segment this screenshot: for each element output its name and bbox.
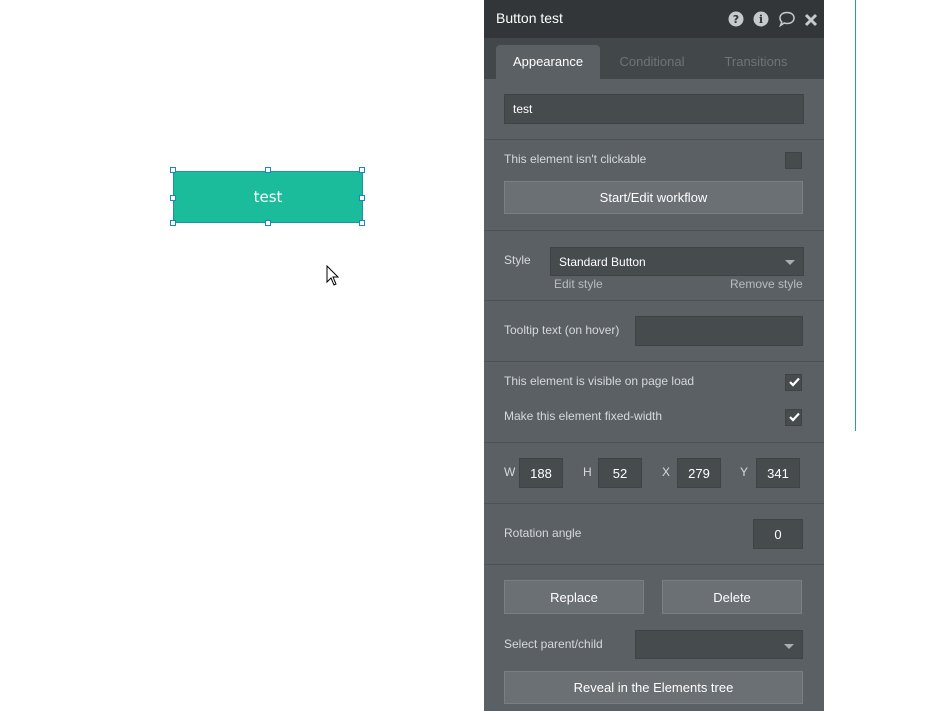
comment-icon[interactable] bbox=[778, 11, 796, 27]
fixed-width-label: Make this element fixed-width bbox=[504, 409, 663, 423]
checkmark-icon bbox=[789, 412, 800, 422]
resize-handle-top-right[interactable] bbox=[359, 167, 365, 173]
property-editor-panel: Button test ? i Appearance Conditional T… bbox=[484, 0, 824, 711]
svg-text:i: i bbox=[759, 13, 763, 26]
height-value: 52 bbox=[612, 465, 628, 481]
button-text-input[interactable]: test bbox=[504, 94, 804, 124]
panel-title: Button test bbox=[496, 10, 563, 26]
chevron-down-icon bbox=[784, 644, 794, 649]
divider bbox=[484, 139, 824, 140]
checkmark-icon bbox=[789, 377, 800, 387]
visible-on-load-checkbox[interactable] bbox=[785, 374, 802, 391]
height-label: H bbox=[583, 465, 592, 479]
rotation-angle-value: 0 bbox=[774, 526, 782, 542]
tab-appearance[interactable]: Appearance bbox=[496, 45, 600, 79]
page-boundary-line bbox=[855, 0, 856, 431]
resize-handle-bottom[interactable] bbox=[265, 220, 271, 226]
rotation-angle-label: Rotation angle bbox=[504, 526, 582, 540]
canvas-button-element[interactable]: test bbox=[173, 171, 363, 223]
delete-button[interactable]: Delete bbox=[662, 580, 802, 614]
resize-handle-top-left[interactable] bbox=[170, 167, 176, 173]
resize-handle-bottom-right[interactable] bbox=[359, 220, 365, 226]
not-clickable-label: This element isn't clickable bbox=[504, 152, 647, 166]
remove-style-link[interactable]: Remove style bbox=[730, 277, 803, 291]
height-input[interactable]: 52 bbox=[598, 458, 642, 488]
delete-button-label: Delete bbox=[713, 589, 751, 605]
divider bbox=[484, 300, 824, 301]
divider bbox=[484, 503, 824, 504]
not-clickable-checkbox[interactable] bbox=[785, 152, 802, 169]
parent-child-dropdown[interactable] bbox=[635, 630, 803, 659]
rotation-angle-input[interactable]: 0 bbox=[753, 519, 803, 549]
replace-button-label: Replace bbox=[550, 589, 598, 605]
divider bbox=[484, 361, 824, 362]
style-value: Standard Button bbox=[559, 255, 646, 269]
divider bbox=[484, 442, 824, 443]
y-label: Y bbox=[740, 465, 749, 479]
tooltip-input[interactable] bbox=[635, 316, 803, 346]
tab-conditional[interactable]: Conditional bbox=[602, 45, 702, 79]
edit-style-link[interactable]: Edit style bbox=[554, 277, 603, 291]
x-value: 279 bbox=[688, 465, 710, 481]
button-text-value: test bbox=[513, 102, 533, 116]
help-icon[interactable]: ? bbox=[728, 11, 744, 27]
resize-handle-top[interactable] bbox=[265, 167, 271, 173]
width-value: 188 bbox=[530, 465, 552, 481]
chevron-down-icon bbox=[785, 260, 795, 265]
parent-child-label: Select parent/child bbox=[504, 637, 603, 651]
reveal-elements-tree-button[interactable]: Reveal in the Elements tree bbox=[504, 671, 803, 704]
y-value: 341 bbox=[767, 465, 789, 481]
reveal-elements-tree-label: Reveal in the Elements tree bbox=[573, 680, 734, 695]
info-icon[interactable]: i bbox=[753, 11, 769, 27]
panel-tabs: Appearance Conditional Transitions bbox=[484, 38, 824, 79]
style-dropdown[interactable]: Standard Button bbox=[550, 247, 804, 276]
svg-text:?: ? bbox=[733, 13, 739, 26]
close-icon[interactable] bbox=[804, 12, 818, 28]
replace-button[interactable]: Replace bbox=[504, 580, 644, 614]
visible-on-load-label: This element is visible on page load bbox=[504, 374, 695, 388]
style-label: Style bbox=[504, 253, 531, 267]
mouse-cursor-icon bbox=[326, 265, 340, 286]
x-label: X bbox=[662, 465, 671, 479]
width-input[interactable]: 188 bbox=[519, 458, 563, 488]
y-input[interactable]: 341 bbox=[756, 458, 800, 488]
canvas-button-text: test bbox=[253, 188, 283, 206]
x-input[interactable]: 279 bbox=[677, 458, 721, 488]
width-label: W bbox=[504, 465, 516, 479]
panel-header: Button test ? i bbox=[484, 0, 824, 38]
resize-handle-bottom-left[interactable] bbox=[170, 220, 176, 226]
resize-handle-left[interactable] bbox=[170, 195, 176, 201]
resize-handle-right[interactable] bbox=[359, 195, 365, 201]
fixed-width-checkbox[interactable] bbox=[785, 409, 802, 426]
divider bbox=[484, 564, 824, 565]
start-edit-workflow-button[interactable]: Start/Edit workflow bbox=[504, 181, 803, 214]
tab-transitions[interactable]: Transitions bbox=[706, 45, 806, 79]
start-edit-workflow-label: Start/Edit workflow bbox=[599, 190, 708, 205]
tooltip-label: Tooltip text (on hover) bbox=[504, 323, 620, 337]
divider bbox=[484, 230, 824, 231]
